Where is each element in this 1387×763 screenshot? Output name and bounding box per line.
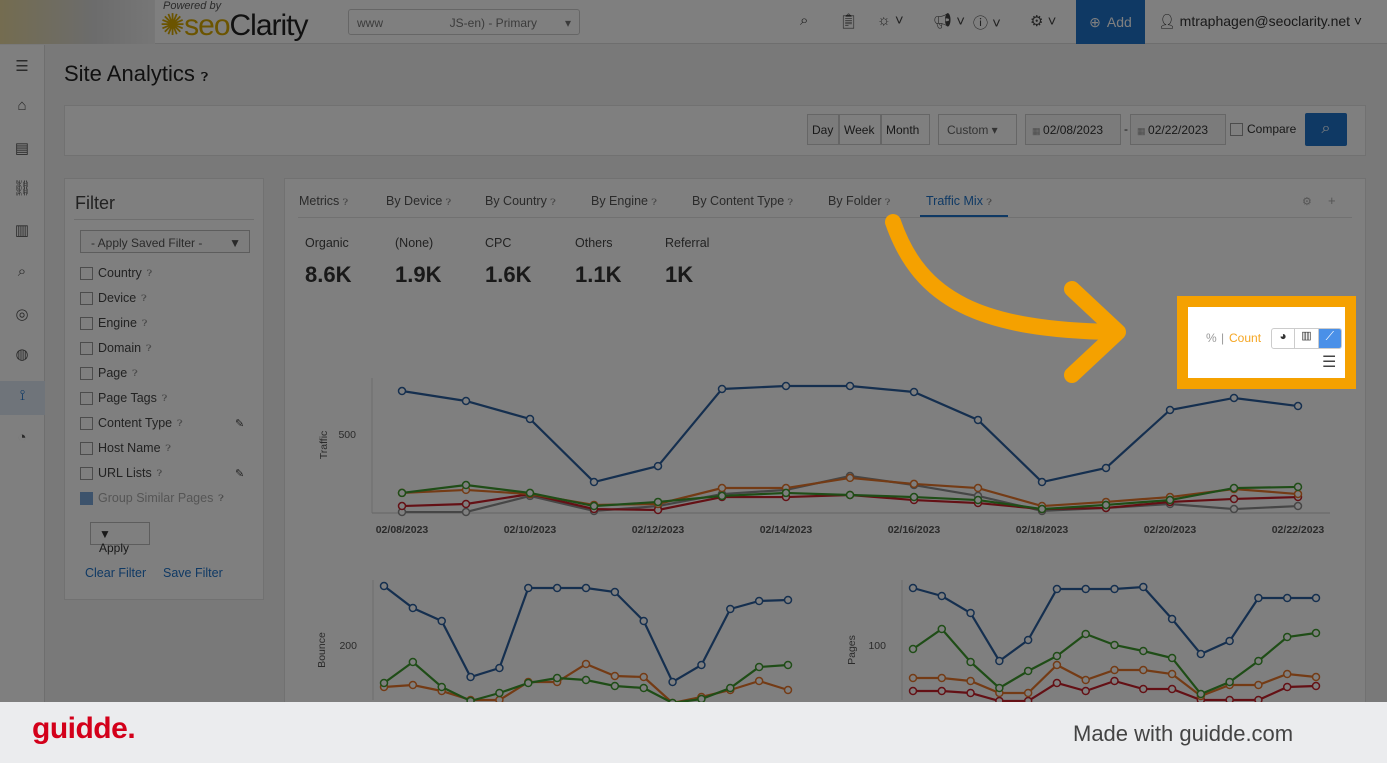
- chart-toolbar: % | Count ◕ ▥ ⟋ ☰: [1188, 307, 1345, 378]
- arrow-curve: [885, 214, 1123, 340]
- highlight-box: % | Count ◕ ▥ ⟋ ☰: [1177, 296, 1356, 389]
- toggle-separator: |: [1221, 331, 1225, 345]
- made-with-text: Made with guidde.com: [1073, 721, 1294, 746]
- percent-toggle[interactable]: %: [1206, 331, 1217, 345]
- count-toggle[interactable]: Count: [1229, 331, 1261, 345]
- line-chart-icon[interactable]: ⟋: [1318, 329, 1341, 348]
- hamburger-menu-icon[interactable]: ☰: [1322, 352, 1336, 372]
- pie-chart-icon[interactable]: ◕: [1272, 329, 1296, 348]
- bar-chart-icon[interactable]: ▥: [1295, 329, 1319, 348]
- chart-type-group: ◕ ▥ ⟋: [1271, 328, 1342, 349]
- guidde-logo: guidde.: [32, 712, 136, 745]
